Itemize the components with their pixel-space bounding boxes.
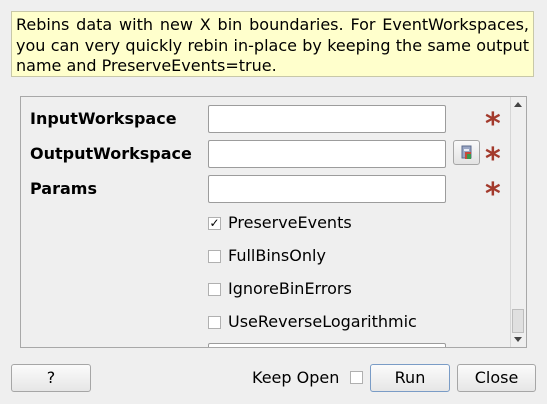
partially-visible-field[interactable] [208,343,446,347]
scrollbar-thumb[interactable] [512,309,524,333]
required-marker: * [485,177,501,212]
property-label: InputWorkspace [30,109,177,128]
checkbox-label: FullBinsOnly [228,246,326,265]
inputworkspace-field[interactable] [208,105,446,133]
help-button[interactable]: ? [11,364,91,392]
required-marker: * [485,107,501,142]
property-row-params: Params * [21,175,511,210]
checkbox-box[interactable] [208,283,221,296]
checkbox-label: PreserveEvents [228,213,352,232]
checkbox-box[interactable] [208,250,221,263]
run-button[interactable]: Run [370,364,450,392]
keep-open-checkbox[interactable] [350,371,363,384]
outputworkspace-field[interactable] [208,140,446,168]
property-label: Params [30,179,97,198]
checkbox-box[interactable] [208,316,221,329]
property-row-inputworkspace: InputWorkspace * [21,105,511,140]
algorithm-description: Rebins data with new X bin boundaries. F… [11,11,534,77]
keep-open-label: Keep Open [252,368,340,387]
workspace-browse-icon [461,145,472,159]
checkbox-label: IgnoreBinErrors [228,279,352,298]
property-row-outputworkspace: OutputWorkspace * [21,140,511,175]
property-label: OutputWorkspace [30,144,192,163]
checkbox-box[interactable]: ✓ [208,217,221,230]
vertical-scrollbar[interactable] [510,97,526,347]
params-field[interactable] [208,175,446,203]
scroll-down-icon[interactable] [514,337,522,342]
checkbox-label: UseReverseLogarithmic [228,312,417,331]
scroll-up-icon[interactable] [514,102,522,107]
required-marker: * [485,142,501,177]
close-button[interactable]: Close [457,364,536,392]
workspace-browse-button[interactable] [453,140,480,165]
properties-panel: InputWorkspace * OutputWorkspace * Param… [20,96,527,348]
